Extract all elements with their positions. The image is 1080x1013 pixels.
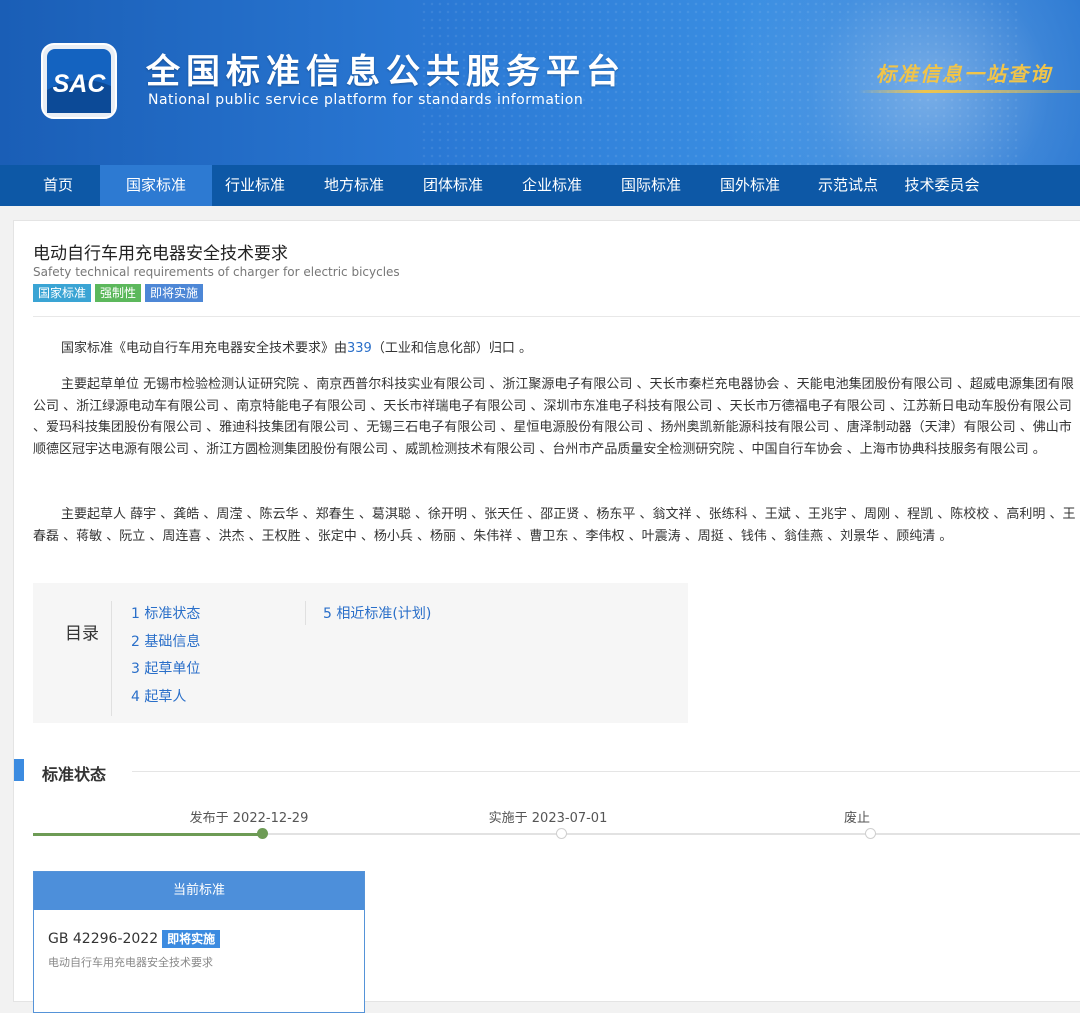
timeline-track (263, 833, 1080, 835)
current-standard-code-row: GB 42296-2022 即将实施 (48, 930, 221, 948)
content-panel: 电动自行车用充电器安全技术要求 Safety technical require… (13, 220, 1080, 1013)
timeline-dot-abolished (865, 828, 876, 839)
tag-national: 国家标准 (33, 284, 92, 302)
toc-divider (111, 601, 112, 716)
toc-column-1: 1 标准状态 2 基础信息 3 起草单位 4 起草人 (131, 601, 200, 711)
tag-mandatory: 强制性 (95, 284, 142, 302)
logo-text: SAC (53, 70, 107, 98)
status-section-title: 标准状态 (42, 765, 107, 784)
site-banner: SAC 全国标准信息公共服务平台 National public service… (0, 0, 1080, 165)
toc-column-2: 5 相近标准(计划) (323, 601, 431, 629)
section-divider (132, 771, 1080, 772)
nav-item-committee[interactable]: 技术委员会 (890, 165, 994, 206)
current-standard-badge: 即将实施 (162, 930, 221, 948)
drafters-paragraph: 主要起草人 薛宇 、龚皓 、周滢 、陈云华 、郑春生 、葛淇聪 、徐开明 、张天… (33, 504, 1080, 547)
main-nav: 首页 国家标准 行业标准 地方标准 团体标准 企业标准 国际标准 国外标准 示范… (0, 165, 1080, 206)
tag-upcoming: 即将实施 (145, 284, 204, 302)
timeline-dot-effective (556, 828, 567, 839)
standard-tags: 国家标准 强制性 即将实施 (33, 284, 204, 302)
nav-item-industry[interactable]: 行业标准 (212, 165, 298, 206)
timeline-dot-published (257, 828, 268, 839)
toc-link-basic-info[interactable]: 2 基础信息 (131, 629, 200, 657)
drafting-units-label: 主要起草单位 (61, 377, 140, 392)
toc-column-divider (305, 601, 306, 625)
nav-item-national[interactable]: 国家标准 (100, 165, 212, 206)
toc-link-status[interactable]: 1 标准状态 (131, 601, 200, 629)
timeline-progress (33, 833, 263, 836)
nav-item-home[interactable]: 首页 (16, 165, 100, 206)
drafting-units-text: 无锡市检验检测认证研究院 、南京西普尔科技实业有限公司 、浙江聚源电子有限公司 … (33, 377, 1074, 457)
current-standard-header: 当前标准 (34, 872, 364, 910)
nav-item-enterprise[interactable]: 企业标准 (496, 165, 608, 206)
standard-title-en: Safety technical requirements of charger… (33, 265, 400, 279)
site-subtitle: National public service platform for sta… (148, 92, 584, 108)
intro-suffix: （工业和信息化部）归口 。 (371, 341, 532, 356)
table-of-contents: 目录 1 标准状态 2 基础信息 3 起草单位 4 起草人 5 相近标准(计划) (33, 583, 688, 723)
intro-paragraph: 国家标准《电动自行车用充电器安全技术要求》由339（工业和信息化部）归口 。 (33, 338, 1080, 360)
section-accent-bar (14, 759, 24, 781)
toc-label: 目录 (65, 624, 99, 644)
drafters-label: 主要起草人 (61, 507, 127, 522)
nav-item-international[interactable]: 国际标准 (608, 165, 694, 206)
timeline-label-published: 发布于 2022-12-29 (189, 811, 309, 826)
toc-link-drafting-units[interactable]: 3 起草单位 (131, 656, 200, 684)
title-divider (33, 316, 1080, 317)
toc-link-drafters[interactable]: 4 起草人 (131, 684, 200, 712)
nav-item-foreign[interactable]: 国外标准 (694, 165, 806, 206)
sac-logo-icon[interactable]: SAC (40, 42, 118, 120)
nav-item-local[interactable]: 地方标准 (298, 165, 410, 206)
site-title: 全国标准信息公共服务平台 (146, 52, 626, 92)
current-standard-card[interactable]: 当前标准 GB 42296-2022 即将实施 电动自行车用充电器安全技术要求 (33, 871, 365, 1013)
committee-link[interactable]: 339 (347, 341, 372, 356)
drafters-text: 薛宇 、龚皓 、周滢 、陈云华 、郑春生 、葛淇聪 、徐开明 、张天任 、邵正贤… (33, 507, 1076, 544)
nav-item-pilot[interactable]: 示范试点 (806, 165, 890, 206)
drafting-units-paragraph: 主要起草单位 无锡市检验检测认证研究院 、南京西普尔科技实业有限公司 、浙江聚源… (33, 374, 1080, 460)
site-slogan: 标准信息一站查询 (876, 62, 1052, 86)
nav-item-group[interactable]: 团体标准 (410, 165, 496, 206)
toc-link-similar[interactable]: 5 相近标准(计划) (323, 601, 431, 629)
slogan-underline (858, 90, 1080, 93)
current-standard-desc: 电动自行车用充电器安全技术要求 (48, 956, 213, 969)
timeline-label-abolished: 废止 (843, 811, 871, 826)
timeline-label-effective: 实施于 2023-07-01 (488, 811, 608, 826)
current-standard-code[interactable]: GB 42296-2022 (48, 931, 158, 947)
intro-prefix: 国家标准《电动自行车用充电器安全技术要求》由 (61, 341, 348, 356)
standard-title: 电动自行车用充电器安全技术要求 (33, 244, 288, 264)
